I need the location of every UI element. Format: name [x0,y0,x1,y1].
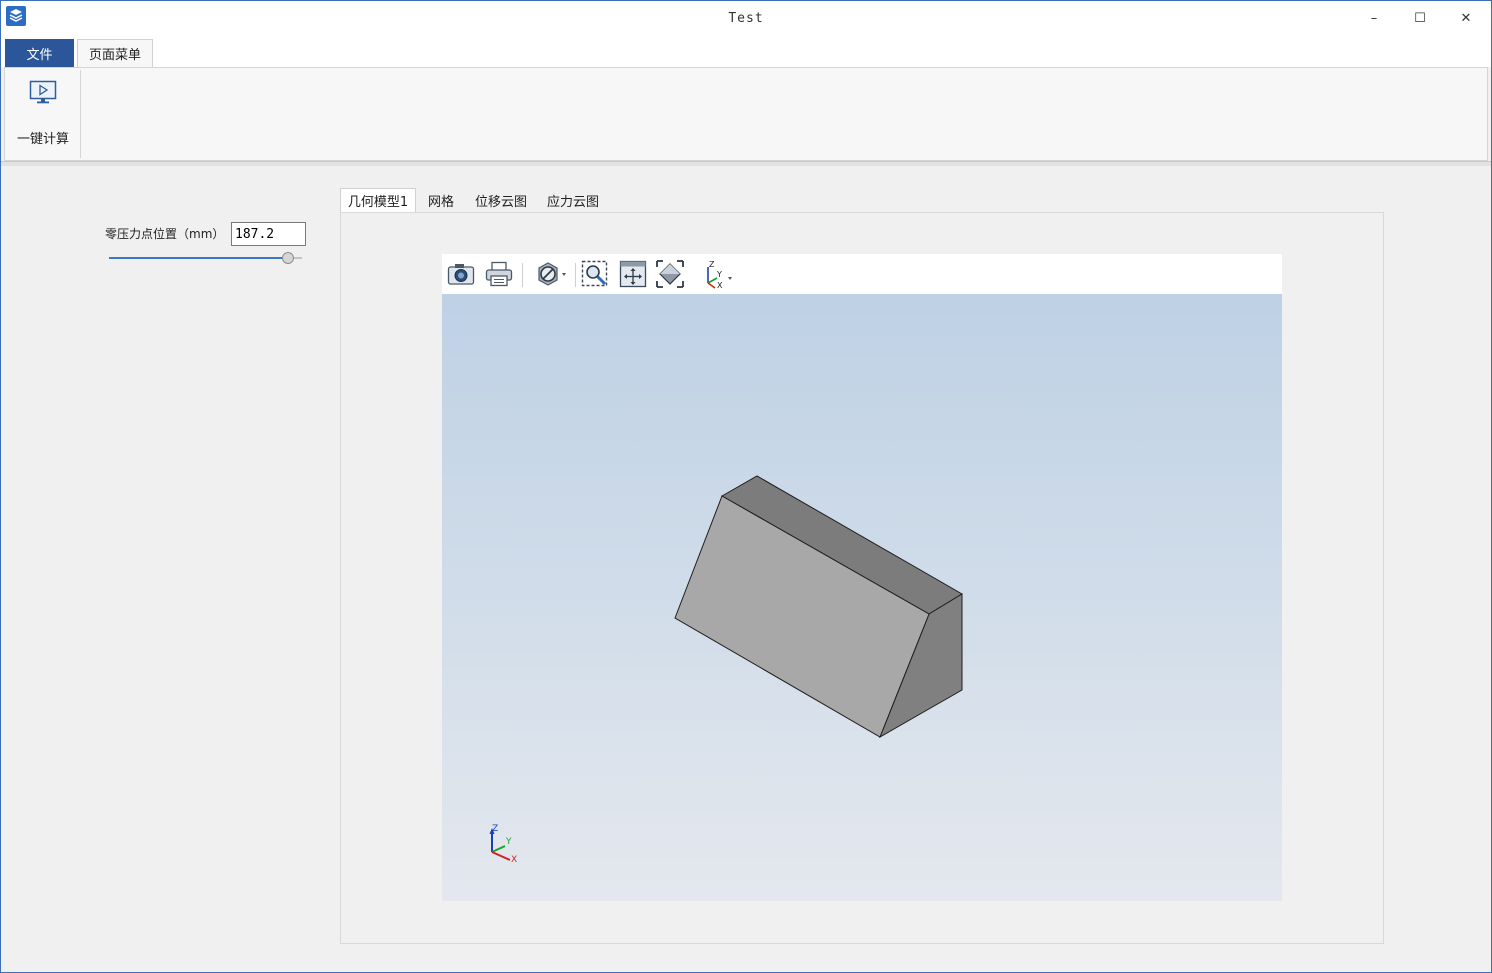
ribbon-tab-file[interactable]: 文件 [5,39,74,67]
zoom-window-icon [581,260,608,287]
triad-x-label: X [511,855,517,865]
ribbon-tab-bar: 文件 页面菜单 [1,37,1491,67]
print-button[interactable] [484,259,514,289]
title-bar: Test – ☐ ✕ [1,1,1491,37]
tab-mesh[interactable]: 网格 [418,188,464,212]
window-title: Test [728,11,764,26]
one-click-calc-button[interactable]: 一键计算 [11,76,75,147]
zero-pressure-label: 零压力点位置（mm） [105,227,225,241]
model-canvas: Z Y X [489,475,963,865]
ribbon-tab-page-menu[interactable]: 页面菜单 [77,39,153,67]
visibility-button[interactable] [534,259,570,289]
fit-view-button[interactable] [655,259,685,289]
slider-thumb[interactable] [282,252,294,264]
minimize-button[interactable]: – [1351,1,1397,35]
print-icon [485,261,513,287]
main-window: Test – ☐ ✕ 文件 页面菜单 一键计算 零压力点位置（mm） 几何模型1 [0,0,1492,973]
toolbar-separator [575,263,576,287]
maximize-button[interactable]: ☐ [1397,1,1443,35]
viewer-toolbar: Z Y X [442,254,1282,294]
toolbar-axis-x: X [717,281,723,289]
zero-pressure-slider[interactable] [109,251,302,265]
3d-viewport[interactable]: Z Y X [442,294,1282,901]
ribbon-group-separator [80,70,81,158]
monitor-play-icon [29,80,57,104]
visibility-icon [538,262,566,286]
toolbar-separator [522,263,523,287]
triad-y-label: Y [505,837,512,847]
toolbar-axis-z: Z [709,260,715,269]
tab-stress-contour[interactable]: 应力云图 [540,188,606,212]
ribbon-divider [1,161,1491,166]
tab-displacement-contour[interactable]: 位移云图 [468,188,534,212]
camera-icon [447,264,475,285]
close-button[interactable]: ✕ [1443,1,1489,35]
fit-view-icon [656,260,684,288]
ribbon-panel: 一键计算 [4,67,1488,161]
view-orientation-button[interactable]: Z Y X [700,259,736,289]
one-click-calc-label: 一键计算 [16,132,69,147]
tab-geometry-model[interactable]: 几何模型1 [340,188,416,212]
pan-icon [619,260,647,288]
toolbar-axis-y: Y [716,270,722,279]
pan-button[interactable] [618,259,648,289]
axis-triad: Z Y X [489,824,517,865]
view-orientation-icon: Z Y X [707,260,732,289]
slider-fill [109,257,288,259]
zero-pressure-input[interactable] [231,222,306,246]
zoom-window-button[interactable] [580,259,610,289]
triad-z-label: Z [492,824,498,834]
3d-viewer: Z Y X Z Y X [442,254,1282,901]
camera-button[interactable] [446,259,476,289]
